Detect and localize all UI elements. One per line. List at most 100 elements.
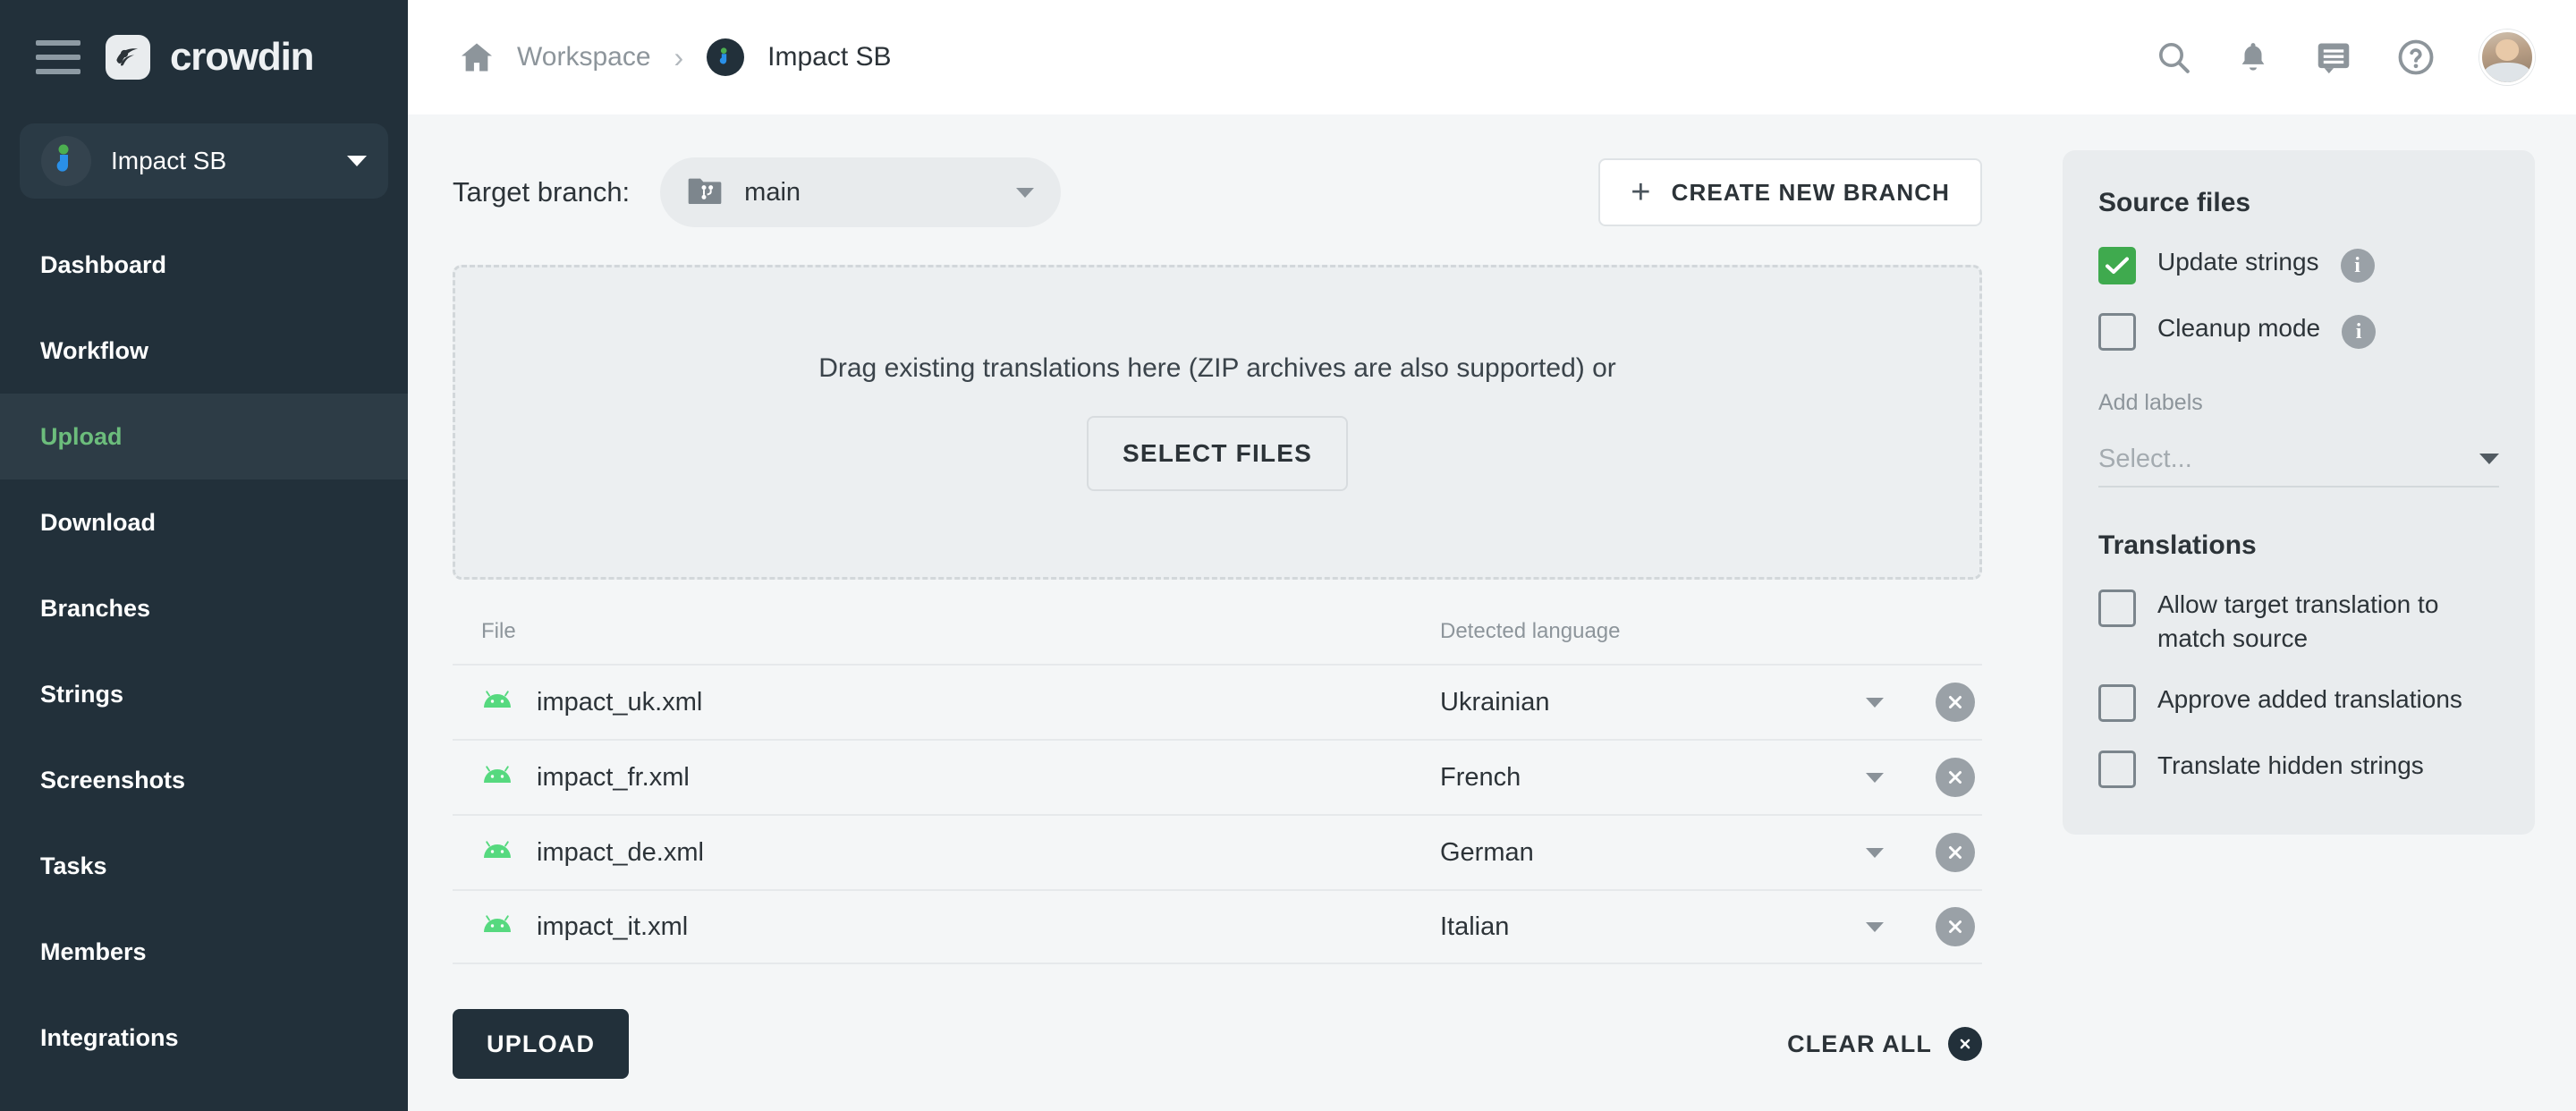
column-header-file: File [481,619,1440,644]
file-name: impact_it.xml [537,912,688,942]
sidebar-item-workflow[interactable]: Workflow [0,308,408,394]
approve-added-checkbox[interactable] [2098,684,2136,722]
crowdin-logo[interactable]: crowdin [106,35,313,80]
language-value: German [1440,838,1866,868]
upload-button-label: UPLOAD [487,1030,595,1058]
hamburger-menu-icon[interactable] [36,40,80,74]
language-value: Ukrainian [1440,688,1866,717]
info-icon[interactable]: i [2341,249,2375,283]
messages-icon[interactable] [2315,40,2352,74]
chevron-down-icon [1016,188,1034,198]
select-files-button[interactable]: SELECT FILES [1087,416,1348,491]
translate-hidden-checkbox[interactable] [2098,751,2136,788]
cleanup-mode-row: Cleanup mode i [2098,311,2499,351]
chevron-down-icon [1866,773,1884,783]
sidebar-item-label: Screenshots [40,767,185,794]
approve-added-label: Approve added translations [2157,683,2462,717]
home-icon[interactable] [460,42,494,72]
source-files-title: Source files [2098,188,2499,218]
file-cell: impact_fr.xml [481,763,1440,793]
remove-file-button[interactable] [1936,833,1975,872]
sidebar-item-label: Strings [40,681,123,708]
sidebar-item-label: Upload [40,423,123,451]
user-avatar[interactable] [2479,30,2535,85]
file-dropzone[interactable]: Drag existing translations here (ZIP arc… [453,265,1982,580]
create-new-branch-button[interactable]: + CREATE NEW BRANCH [1598,158,1982,226]
translations-title: Translations [2098,530,2499,561]
sidebar-item-label: Dashboard [40,251,166,279]
column-header-language: Detected language [1440,619,1621,644]
approve-added-row: Approve added translations [2098,683,2499,722]
breadcrumb: Workspace › Impact SB [460,38,2156,76]
page-body: Target branch: main [408,114,2576,1111]
info-icon[interactable]: i [2342,315,2376,349]
cleanup-mode-label: Cleanup mode [2157,311,2320,345]
search-icon[interactable] [2156,39,2191,75]
sidebar-item-upload[interactable]: Upload [0,394,408,479]
android-file-icon [481,840,513,866]
sidebar-item-label: Workflow [40,337,148,365]
create-new-branch-label: CREATE NEW BRANCH [1672,179,1950,207]
android-file-icon [481,690,513,716]
update-strings-row: Update strings i [2098,245,2499,284]
file-name: impact_de.xml [537,838,704,868]
sidebar: crowdin Impact SB Dashboard Workflow Upl… [0,0,408,1111]
language-select[interactable]: Italian [1440,912,1893,942]
add-labels-select[interactable]: Select... [2098,432,2499,488]
translate-hidden-row: Translate hidden strings [2098,749,2499,788]
language-select[interactable]: French [1440,763,1893,793]
chevron-down-icon [1866,848,1884,858]
clear-all-x-icon [1948,1027,1982,1061]
sidebar-item-label: Tasks [40,852,107,880]
sidebar-nav: Dashboard Workflow Upload Download Branc… [0,222,408,1081]
branch-folder-icon [687,175,723,210]
clear-all-button[interactable]: CLEAR ALL [1787,1027,1982,1061]
table-row: impact_de.xml German [453,814,1982,889]
breadcrumb-separator-icon: › [674,41,684,74]
add-labels-placeholder: Select... [2098,445,2479,474]
table-row: impact_it.xml Italian [453,889,1982,964]
allow-match-source-checkbox[interactable] [2098,589,2136,627]
crowdin-wordmark: crowdin [170,35,313,80]
upload-options-panel: Source files Update strings i Cleanup mo… [2063,150,2535,835]
language-value: Italian [1440,912,1866,942]
sidebar-item-branches[interactable]: Branches [0,565,408,651]
update-strings-checkbox[interactable] [2098,247,2136,284]
sidebar-item-screenshots[interactable]: Screenshots [0,737,408,823]
sidebar-item-dashboard[interactable]: Dashboard [0,222,408,308]
allow-match-source-label: Allow target translation to match source [2157,588,2499,656]
sidebar-item-integrations[interactable]: Integrations [0,995,408,1081]
breadcrumb-project-avatar [707,38,744,76]
sidebar-item-tasks[interactable]: Tasks [0,823,408,909]
branch-name: main [744,178,995,208]
sidebar-item-members[interactable]: Members [0,909,408,995]
project-selector[interactable]: Impact SB [20,123,388,199]
sidebar-header: crowdin [0,0,408,114]
sidebar-item-strings[interactable]: Strings [0,651,408,737]
chevron-down-icon [1866,698,1884,708]
chevron-down-icon [2479,454,2499,464]
update-strings-label: Update strings [2157,245,2319,279]
upload-button[interactable]: UPLOAD [453,1009,629,1079]
remove-file-button[interactable] [1936,683,1975,722]
file-name: impact_fr.xml [537,763,690,793]
notifications-bell-icon[interactable] [2236,39,2270,75]
remove-file-button[interactable] [1936,758,1975,797]
breadcrumb-workspace[interactable]: Workspace [517,42,651,72]
breadcrumb-project[interactable]: Impact SB [767,42,891,72]
clear-all-label: CLEAR ALL [1787,1030,1932,1058]
language-select[interactable]: German [1440,838,1893,868]
topbar-actions [2156,30,2535,85]
upload-content: Target branch: main [408,114,2021,1111]
topbar: Workspace › Impact SB [408,0,2576,114]
help-icon[interactable] [2397,38,2435,76]
branch-select[interactable]: main [660,157,1061,227]
select-files-label: SELECT FILES [1123,439,1312,468]
language-select[interactable]: Ukrainian [1440,688,1893,717]
sidebar-item-label: Integrations [40,1024,179,1052]
file-cell: impact_de.xml [481,838,1440,868]
sidebar-item-download[interactable]: Download [0,479,408,565]
cleanup-mode-checkbox[interactable] [2098,313,2136,351]
table-header: File Detected language [453,619,1982,664]
remove-file-button[interactable] [1936,907,1975,946]
